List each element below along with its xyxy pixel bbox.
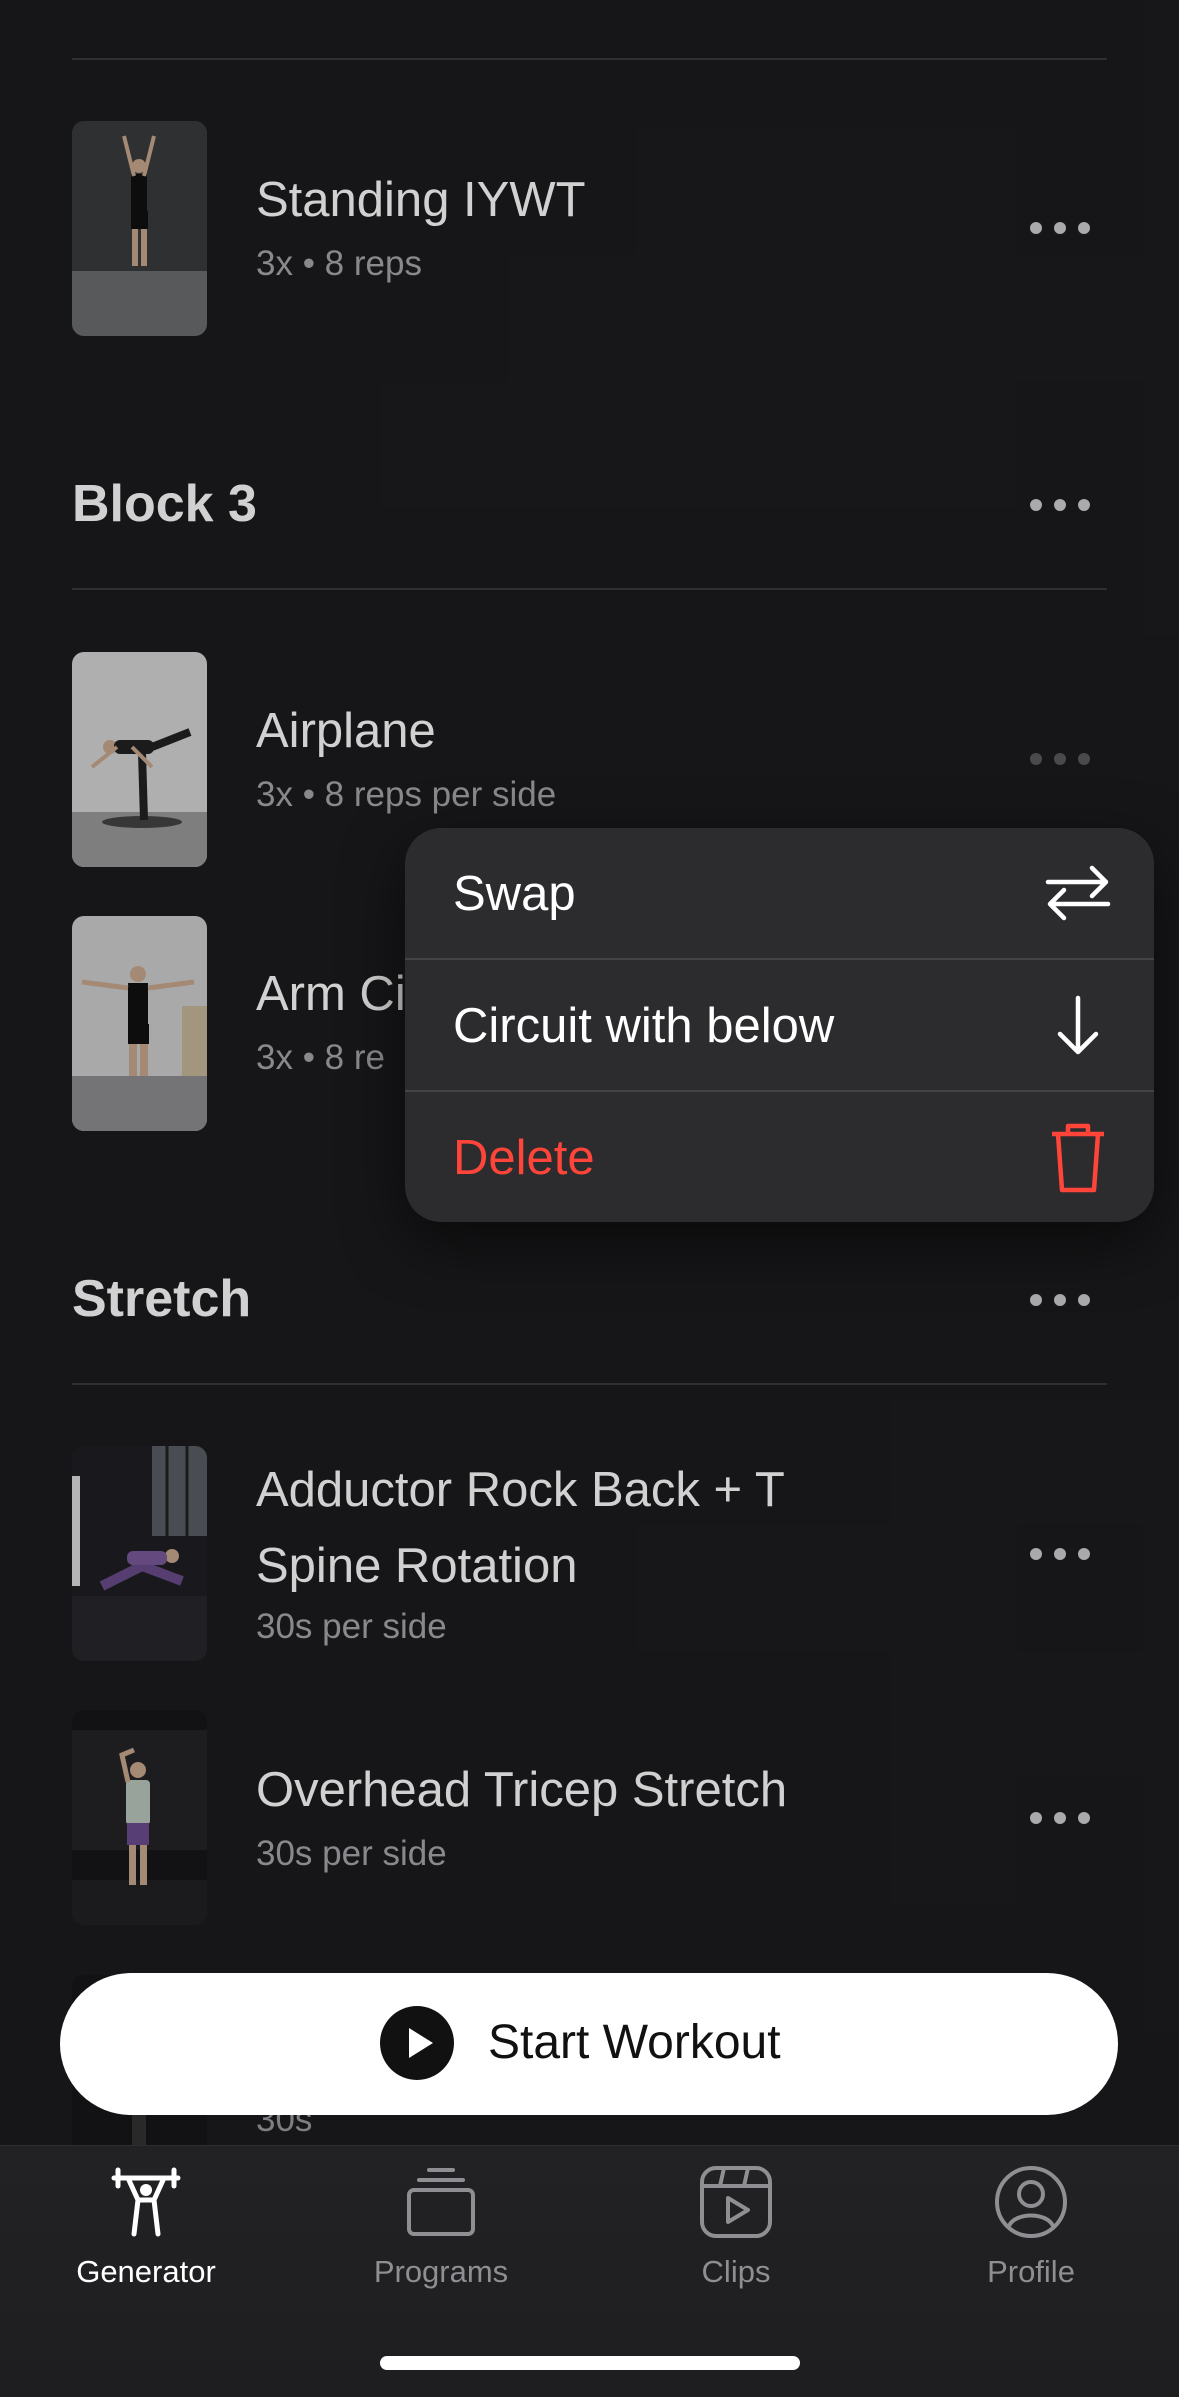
context-menu: Swap Circuit with below Delete	[405, 828, 1154, 1222]
block-title: Block 3	[72, 475, 257, 533]
more-options-icon[interactable]	[1030, 744, 1090, 774]
exercise-title[interactable]: Adductor Rock Back + T	[256, 1462, 785, 1518]
exercise-title[interactable]: Airplane	[256, 703, 436, 759]
play-icon	[380, 2006, 454, 2080]
exercise-subtitle: 3x • 8 reps	[256, 244, 422, 283]
start-workout-button[interactable]: Start Workout	[60, 1973, 1118, 2115]
exercise-thumbnail[interactable]	[72, 1710, 207, 1925]
trash-icon	[1052, 1123, 1104, 1193]
more-options-icon[interactable]	[1030, 1285, 1090, 1315]
menu-item-label: Delete	[453, 1131, 595, 1185]
exercise-thumbnail[interactable]	[72, 121, 207, 336]
exercise-title[interactable]: Standing IYWT	[256, 172, 586, 228]
menu-item-label: Swap	[453, 867, 576, 921]
start-workout-label: Start Workout	[488, 2016, 781, 2069]
tab-label: Profile	[987, 2254, 1075, 2289]
menu-item-swap[interactable]: Swap	[405, 828, 1154, 958]
exercise-subtitle: 30s per side	[256, 1834, 447, 1873]
section-divider	[72, 58, 1107, 60]
exercise-title-line2[interactable]: Spine Rotation	[256, 1538, 577, 1594]
tab-programs[interactable]: Programs	[331, 2146, 551, 2296]
block-title: Stretch	[72, 1270, 252, 1328]
menu-item-circuit-with-below[interactable]: Circuit with below	[405, 960, 1154, 1090]
section-divider	[72, 1383, 1107, 1385]
exercise-subtitle: 3x • 8 reps per side	[256, 775, 557, 814]
section-divider	[72, 588, 1107, 590]
exercise-thumbnail[interactable]	[72, 916, 207, 1131]
arrow-down-icon	[1057, 995, 1099, 1055]
tab-label: Clips	[701, 2254, 771, 2289]
person-icon	[995, 2166, 1067, 2238]
exercise-thumbnail[interactable]	[72, 652, 207, 867]
more-options-icon[interactable]	[1030, 213, 1090, 243]
weightlifter-icon	[111, 2167, 181, 2237]
home-indicator[interactable]	[380, 2356, 800, 2370]
more-options-icon[interactable]	[1030, 1803, 1090, 1833]
exercise-title[interactable]: Overhead Tricep Stretch	[256, 1762, 787, 1818]
tab-generator[interactable]: Generator	[36, 2146, 256, 2296]
tab-label: Generator	[76, 2254, 216, 2289]
tab-clips[interactable]: Clips	[626, 2146, 846, 2296]
tab-label: Programs	[373, 2254, 509, 2289]
swap-arrows-icon	[1045, 865, 1111, 921]
menu-item-delete[interactable]: Delete	[405, 1092, 1154, 1222]
exercise-subtitle: 30s per side	[256, 1607, 447, 1646]
more-options-icon[interactable]	[1030, 1539, 1090, 1569]
more-options-icon[interactable]	[1030, 490, 1090, 520]
menu-item-label: Circuit with below	[453, 999, 835, 1053]
exercise-title[interactable]: Arm Ci	[256, 966, 406, 1022]
clips-icon	[700, 2166, 772, 2238]
exercise-thumbnail[interactable]	[72, 1446, 207, 1661]
stack-icon	[407, 2168, 475, 2236]
tab-profile[interactable]: Profile	[921, 2146, 1141, 2296]
exercise-subtitle: 3x • 8 re	[256, 1038, 385, 1077]
